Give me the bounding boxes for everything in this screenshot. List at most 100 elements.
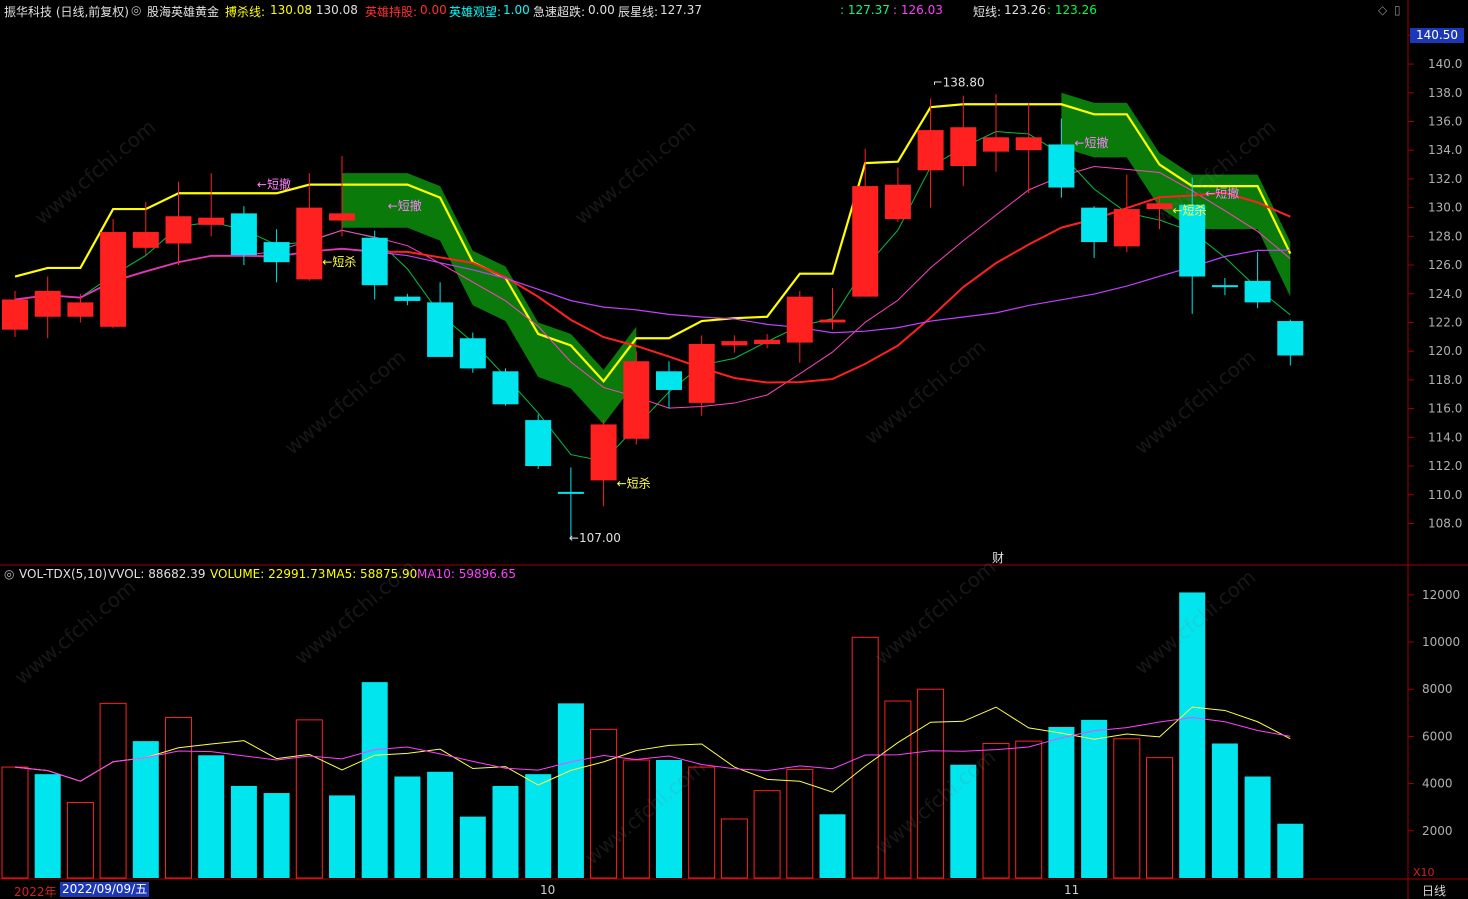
- candle-up: [67, 302, 94, 317]
- volume-bar-down: [230, 785, 257, 878]
- price-tick-label: 118.0: [1428, 373, 1462, 387]
- price-tick-label: 120.0: [1428, 344, 1462, 358]
- volume-unit: X10: [1413, 866, 1435, 879]
- candle-up: [100, 232, 127, 327]
- candle-up: [819, 319, 846, 323]
- price-tick-label: 130.0: [1428, 201, 1462, 215]
- expand-icon[interactable]: ◇: [1378, 3, 1387, 17]
- header-item-value: 0.00: [588, 3, 615, 17]
- price-tick-label: 124.0: [1428, 287, 1462, 301]
- header-item-value: 1.00: [503, 3, 530, 17]
- selected-date[interactable]: 2022/09/09/五: [60, 882, 150, 897]
- price-tick-label: 132.0: [1428, 172, 1462, 186]
- volume-title[interactable]: VOL-TDX(5,10): [19, 567, 107, 581]
- price-tick-label: 136.0: [1428, 114, 1462, 128]
- volume-bar-up: [1146, 757, 1173, 879]
- period-button[interactable]: 日线: [1422, 882, 1446, 899]
- candle-up: [623, 361, 650, 439]
- price-tick-label: 116.0: [1428, 402, 1462, 416]
- signal-label: ←短撤: [1074, 135, 1108, 150]
- header-extra-value: : 126.03: [893, 3, 943, 17]
- volume-bar-down: [329, 795, 355, 878]
- header-item-value: : 130.08: [308, 3, 358, 17]
- volume-bar-down: [1048, 726, 1075, 878]
- candle-down: [1211, 285, 1238, 288]
- vvol-label: VVOL: 88682.39: [108, 567, 206, 581]
- volume-bar-up: [1113, 738, 1141, 879]
- candle-up: [165, 216, 192, 244]
- volume-tick-label: 2000: [1422, 824, 1453, 838]
- price-tick-label: 112.0: [1428, 459, 1462, 473]
- stock-title[interactable]: 振华科技 (日线,前复权): [4, 3, 129, 20]
- volume-tick-label: 10000: [1422, 635, 1460, 649]
- high-price-marker: ⌐138.80: [933, 75, 985, 89]
- volume-bar-down: [427, 771, 454, 878]
- header-item-value: 127.37: [660, 3, 702, 17]
- signal-label: ←短杀: [617, 475, 651, 490]
- price-tick-label: 114.0: [1428, 430, 1462, 444]
- volume-bar-up: [66, 801, 94, 879]
- volume-bar-down: [819, 814, 846, 878]
- volume-bar-down: [34, 774, 61, 878]
- candle-up: [34, 290, 61, 317]
- volume-label: VOLUME: 22991.73: [210, 567, 326, 581]
- candle-up: [1113, 209, 1140, 247]
- volume-bar-down: [132, 741, 159, 878]
- trading-chart-window: 142.0140.0138.0136.0134.0132.0130.0128.0…: [0, 0, 1468, 899]
- current-price-tag: 140.50: [1410, 28, 1464, 43]
- header-item-label: 辰星线:: [618, 5, 659, 19]
- candle-up: [950, 127, 977, 166]
- price-tick-label: 108.0: [1428, 516, 1462, 530]
- volume-tick-label: 8000: [1422, 682, 1453, 696]
- volume-bar-down: [525, 774, 552, 878]
- candle-down: [525, 420, 552, 467]
- candle-down: [230, 213, 257, 256]
- price-tick-label: 110.0: [1428, 488, 1462, 502]
- candle-down: [1277, 321, 1304, 356]
- candle-down: [361, 237, 388, 286]
- volume-tick-label: 4000: [1422, 777, 1453, 791]
- price-tick-label: 128.0: [1428, 229, 1462, 243]
- short-line-value: 123.26: [1004, 3, 1046, 17]
- candle-down: [427, 302, 454, 357]
- signal-label: ←短撤: [257, 177, 291, 192]
- candle-up: [721, 341, 748, 346]
- short-line-label: 短线:: [973, 5, 1002, 19]
- candle-up: [852, 186, 879, 297]
- candle-down: [1048, 144, 1075, 188]
- candle-up: [917, 130, 944, 171]
- volume-bar-down: [1277, 823, 1304, 878]
- volume-bar-down: [361, 682, 388, 878]
- finance-marker: 财: [992, 551, 1004, 565]
- candle-up: [296, 207, 323, 280]
- volume-bar-up: [165, 717, 192, 879]
- short-line-value2: : 123.26: [1047, 3, 1097, 17]
- month-label: 11: [1064, 883, 1080, 897]
- price-tick-label: 126.0: [1428, 258, 1462, 272]
- candle-down: [394, 296, 421, 301]
- volume-bar-down: [1211, 743, 1238, 878]
- candle-up: [2, 299, 28, 330]
- volume-bar-down: [459, 816, 486, 878]
- price-tick-label: 138.0: [1428, 86, 1462, 100]
- volume-bar-down: [492, 785, 519, 878]
- volume-bar-down: [1244, 776, 1271, 878]
- candle-down: [1244, 280, 1271, 303]
- long-line: [14, 248, 1291, 334]
- candle-down: [557, 491, 584, 494]
- star-line: [14, 166, 1291, 409]
- ma5-label: MA5: 58875.90: [326, 567, 418, 581]
- signal-label: ←短杀: [322, 254, 356, 269]
- header-item-label: 英雄观望:: [449, 5, 502, 19]
- indicator-name[interactable]: 股海英雄黄金: [147, 3, 219, 20]
- indicator-toggle-icon[interactable]: ◎: [131, 3, 141, 17]
- volume-bar-up: [753, 790, 781, 879]
- month-label: 10: [540, 883, 556, 897]
- candle-up: [132, 232, 159, 248]
- close-icon[interactable]: ▯: [1394, 3, 1401, 17]
- volume-bar-up: [786, 768, 814, 879]
- candle-down: [656, 371, 682, 390]
- signal-label: ←短撤: [388, 198, 422, 213]
- volume-bar-down: [394, 776, 421, 878]
- volume-toggle-icon[interactable]: ◎: [4, 567, 14, 581]
